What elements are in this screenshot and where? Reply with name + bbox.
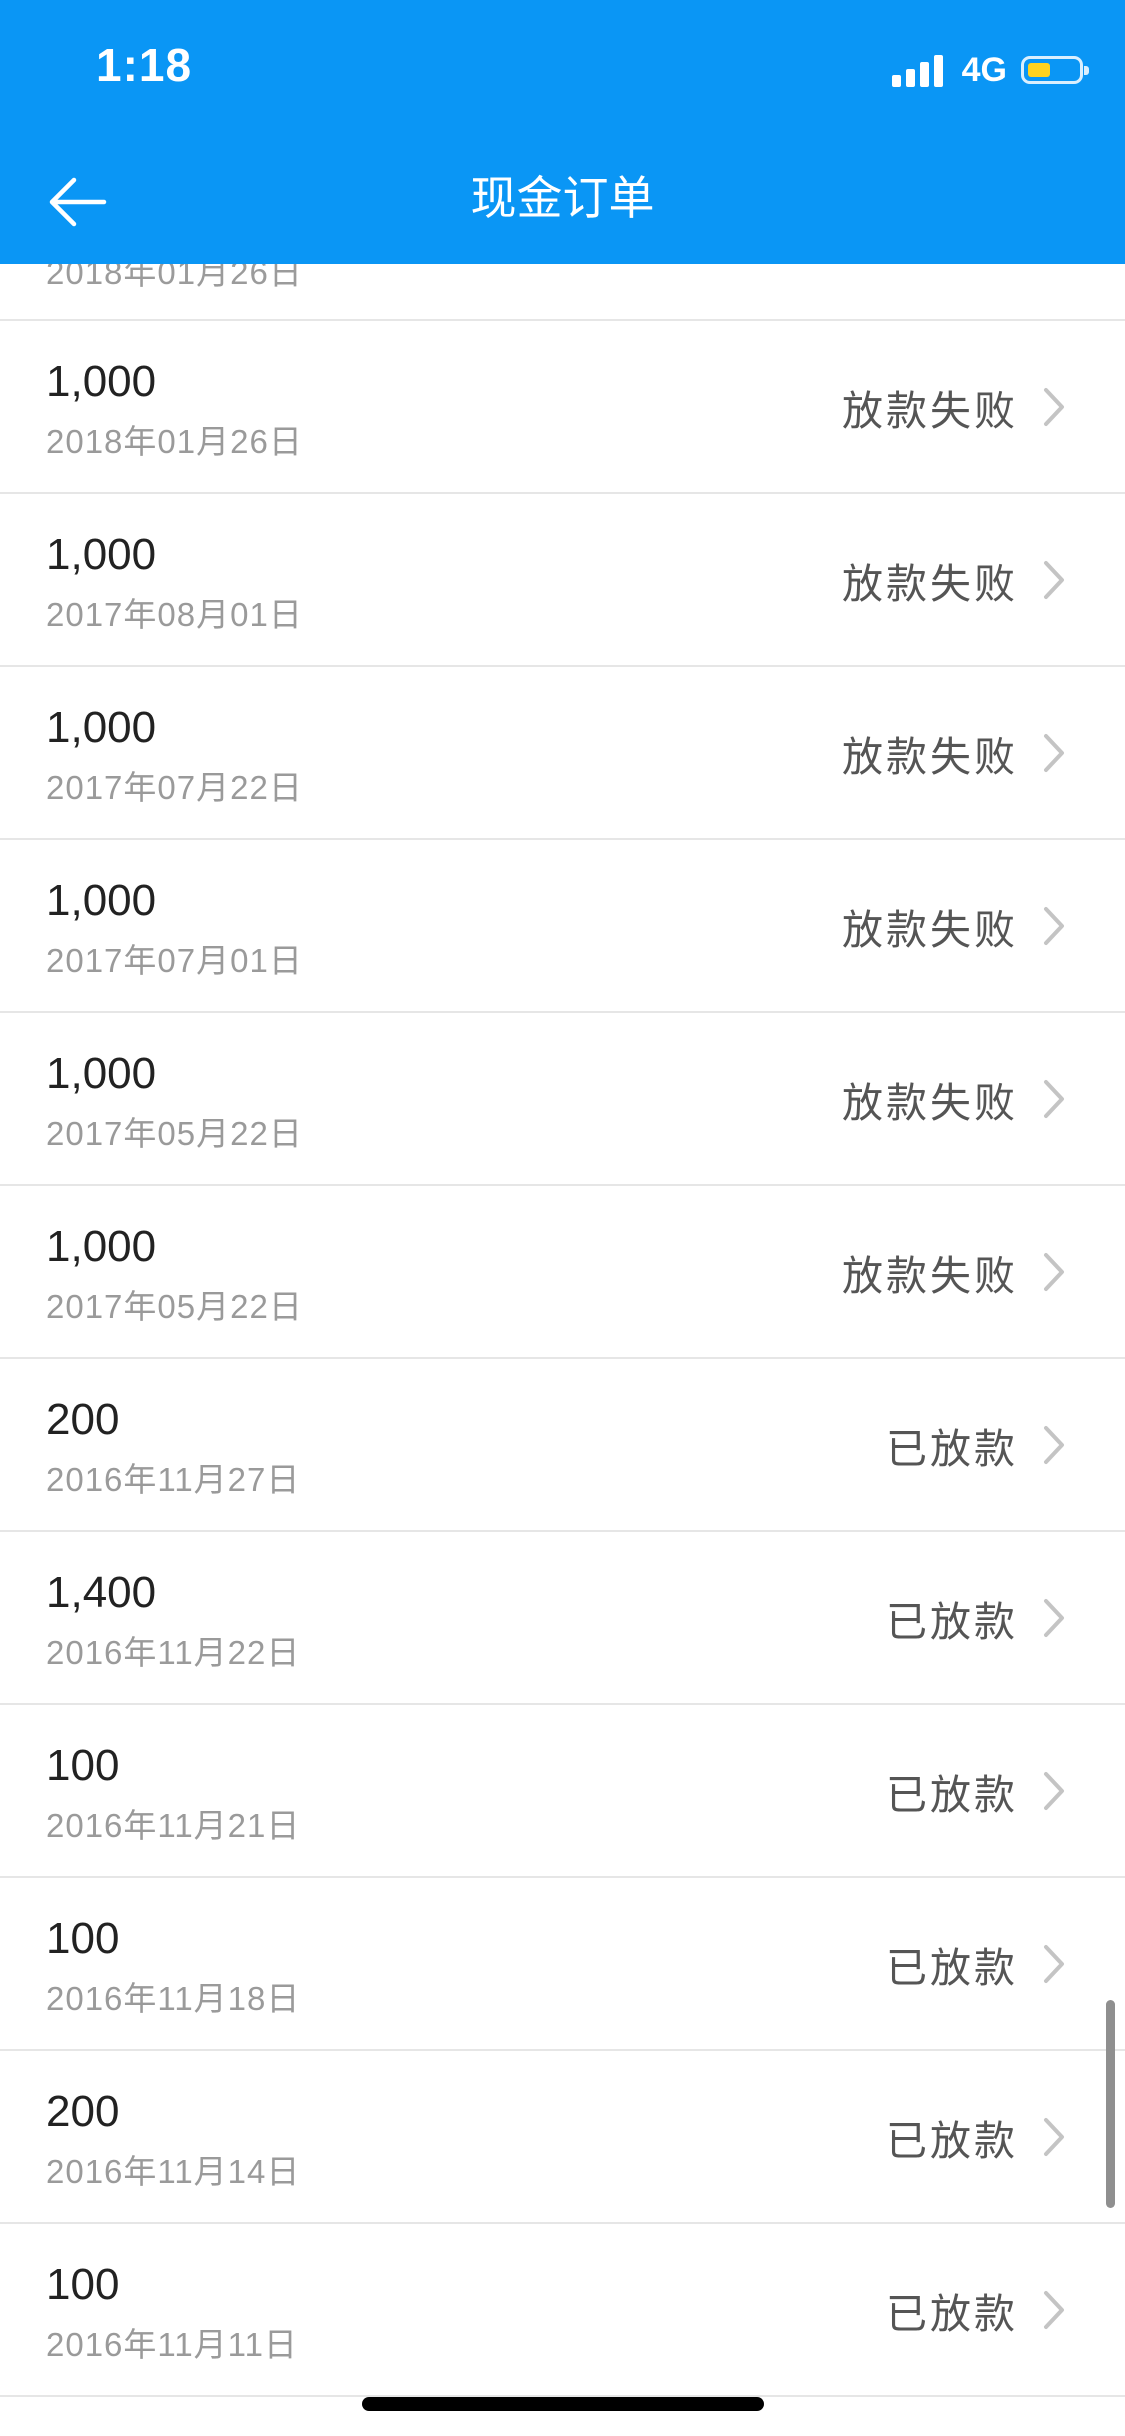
- scrollbar[interactable]: [1106, 2000, 1115, 2208]
- status-time: 1:18: [96, 39, 193, 91]
- order-row[interactable]: 1,400 2016年11月22日 已放款: [0, 1532, 1125, 1705]
- order-date: 2017年08月01日: [46, 596, 303, 633]
- order-status: 放款失败: [842, 388, 1018, 434]
- home-indicator[interactable]: [362, 2397, 764, 2411]
- order-row[interactable]: 1,000 2017年05月22日 放款失败: [0, 1013, 1125, 1186]
- order-date: 2016年11月27日: [46, 1461, 301, 1498]
- order-row[interactable]: 100 2016年11月21日 已放款: [0, 1705, 1125, 1878]
- order-amount: 1,000: [46, 357, 157, 406]
- nav-header: 1:18 4G 现金订单: [0, 0, 1125, 264]
- chevron-right-icon: [1044, 2118, 1064, 2156]
- chevron-right-icon: [1044, 1426, 1064, 1464]
- order-row[interactable]: 1,000 2018年01月26日 放款失败: [0, 321, 1125, 494]
- order-date: 2017年05月22日: [46, 1288, 303, 1325]
- network-type: 4G: [961, 50, 1007, 89]
- order-date: 2016年11月11日: [46, 2326, 298, 2363]
- chevron-right-icon: [1044, 561, 1064, 599]
- order-date: 2016年11月21日: [46, 1807, 301, 1844]
- order-amount: 1,000: [46, 876, 157, 925]
- order-date: 2017年07月01日: [46, 942, 303, 979]
- order-date: 2016年11月18日: [46, 1980, 301, 2017]
- order-date: 2017年05月22日: [46, 1115, 303, 1152]
- order-row[interactable]: 200 2016年11月27日 已放款: [0, 1359, 1125, 1532]
- order-status: 放款失败: [842, 1080, 1018, 1126]
- order-row[interactable]: 200 2016年11月14日 已放款: [0, 2051, 1125, 2224]
- order-date: 2016年11月22日: [46, 1634, 301, 1671]
- status-indicators: 4G: [891, 48, 1089, 92]
- order-status: 放款失败: [842, 907, 1018, 953]
- page-title: 现金订单: [470, 172, 655, 224]
- order-row[interactable]: 100 2016年11月18日 已放款: [0, 1878, 1125, 2051]
- order-amount: 200: [46, 1395, 120, 1444]
- order-amount: 100: [46, 2260, 120, 2309]
- order-date: 2016年11月14日: [46, 2153, 301, 2190]
- order-row[interactable]: 1,000 2017年05月22日 放款失败: [0, 1186, 1125, 1359]
- order-row[interactable]: 1,000 2017年08月01日 放款失败: [0, 494, 1125, 667]
- list-item-partial[interactable]: 2018年01月26日: [0, 264, 1125, 321]
- chevron-right-icon: [1044, 1772, 1064, 1810]
- chevron-right-icon: [1044, 734, 1064, 772]
- order-status: 已放款: [886, 1426, 1018, 1472]
- chevron-right-icon: [1044, 388, 1064, 426]
- order-status: 已放款: [886, 1772, 1018, 1818]
- signal-icon: [891, 53, 948, 87]
- order-date: 2018年01月26日: [46, 423, 303, 460]
- order-date: 2017年07月22日: [46, 769, 303, 806]
- order-status: 放款失败: [842, 561, 1018, 607]
- battery-icon: [1021, 56, 1089, 84]
- order-status: 已放款: [886, 1599, 1018, 1645]
- order-list: 2018年01月26日 1,000 2018年01月26日 放款失败 1,000 201…: [0, 264, 1125, 2397]
- order-status: 放款失败: [842, 1253, 1018, 1299]
- order-amount: 200: [46, 2087, 120, 2136]
- order-amount: 1,400: [46, 1568, 157, 1617]
- order-row[interactable]: 100 2016年11月11日 已放款: [0, 2224, 1125, 2397]
- order-amount: 100: [46, 1741, 120, 1790]
- order-amount: 100: [46, 1914, 120, 1963]
- order-row[interactable]: 1,000 2017年07月22日 放款失败: [0, 667, 1125, 840]
- chevron-right-icon: [1044, 1080, 1064, 1118]
- order-row[interactable]: 1,000 2017年07月01日 放款失败: [0, 840, 1125, 1013]
- order-amount: 1,000: [46, 1222, 157, 1271]
- order-status: 已放款: [886, 2291, 1018, 2337]
- order-status: 已放款: [886, 1945, 1018, 1991]
- order-status: 放款失败: [842, 734, 1018, 780]
- order-date: 2018年01月26日: [46, 264, 303, 291]
- chevron-right-icon: [1044, 1599, 1064, 1637]
- chevron-right-icon: [1044, 907, 1064, 945]
- chevron-right-icon: [1044, 1253, 1064, 1291]
- order-status: 已放款: [886, 2118, 1018, 2164]
- order-amount: 1,000: [46, 530, 157, 579]
- chevron-right-icon: [1044, 1945, 1064, 1983]
- chevron-right-icon: [1044, 2291, 1064, 2329]
- order-amount: 1,000: [46, 1049, 157, 1098]
- order-amount: 1,000: [46, 703, 157, 752]
